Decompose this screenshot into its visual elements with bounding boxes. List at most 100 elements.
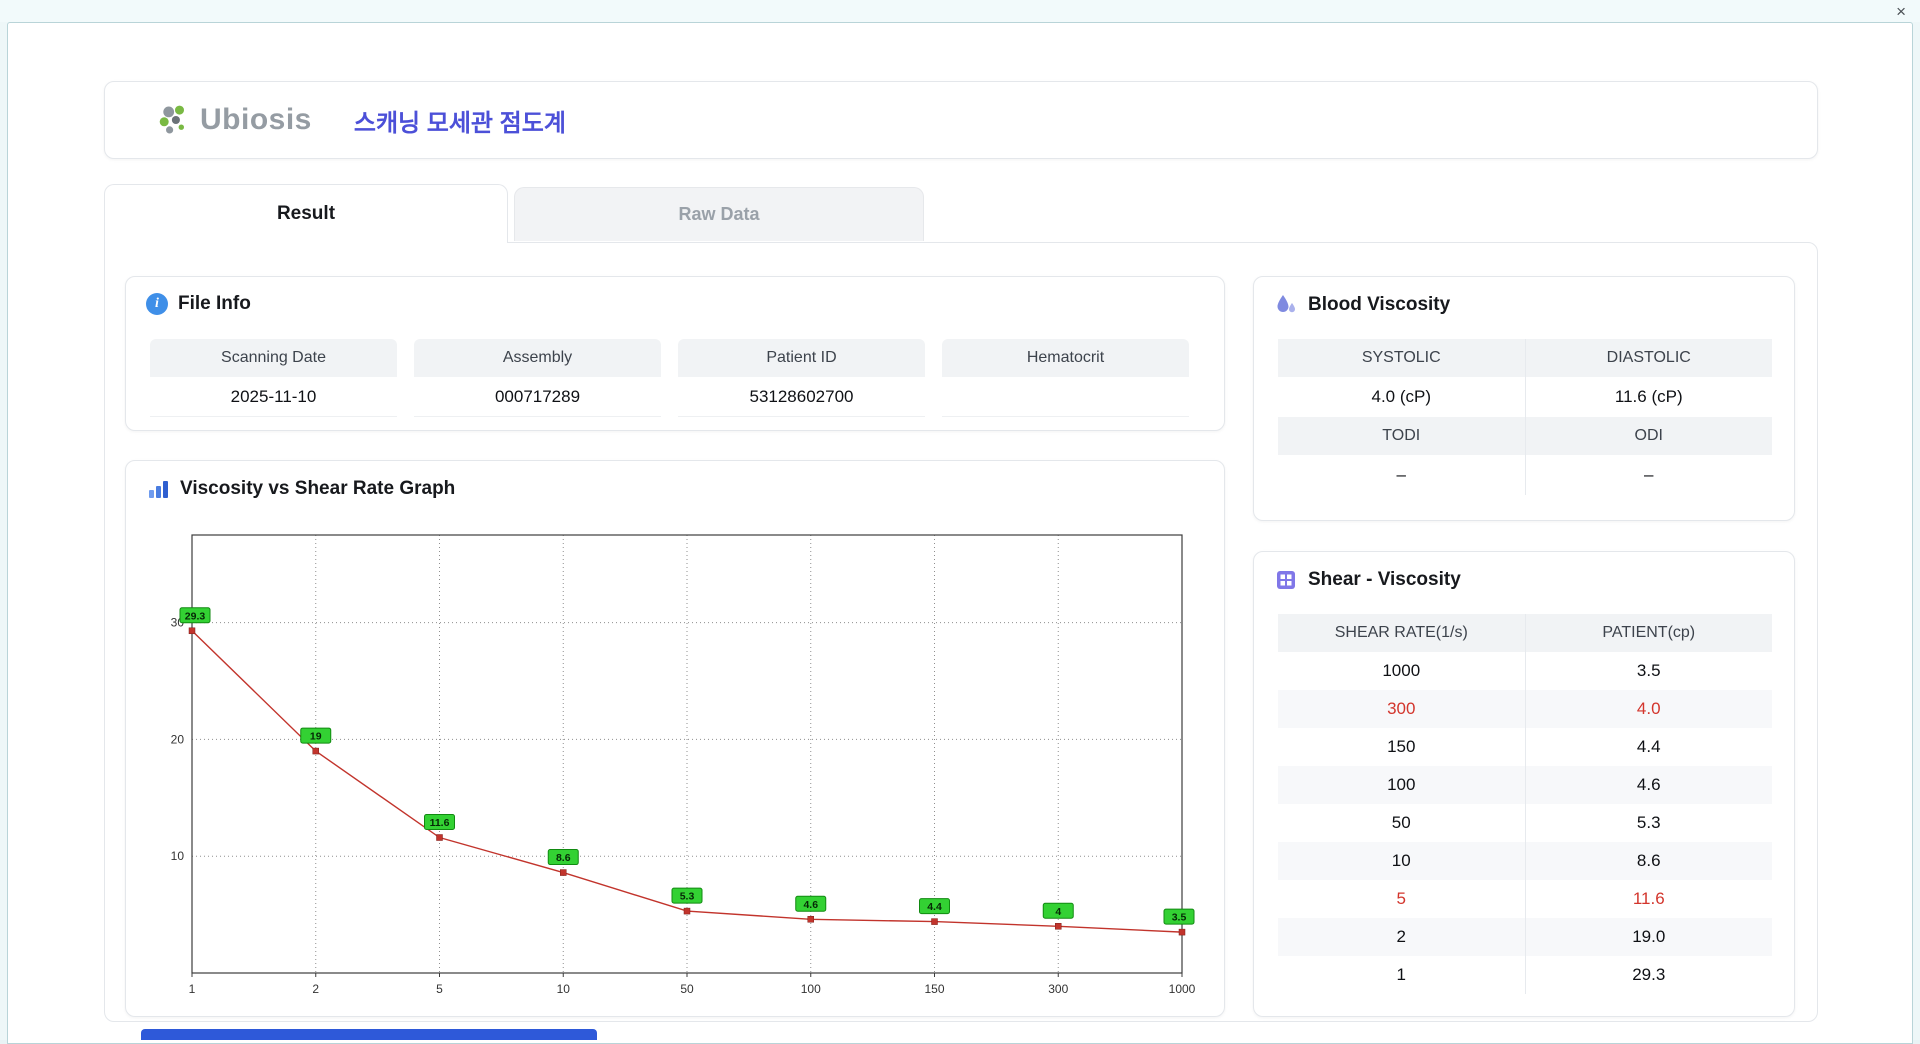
field-value: 53128602700 — [678, 377, 925, 417]
file-info-title: File Info — [178, 293, 251, 314]
shear-viscosity-card: Shear - Viscosity SHEAR RATE(1/s) PATIEN… — [1253, 551, 1795, 1017]
blood-viscosity-card: Blood Viscosity SYSTOLIC DIASTOLIC 4.0 (… — [1253, 276, 1795, 521]
table-row: 1 29.3 — [1278, 956, 1772, 994]
svg-text:4.6: 4.6 — [803, 899, 818, 911]
svg-text:10: 10 — [557, 982, 571, 996]
svg-text:2: 2 — [312, 982, 319, 996]
svg-text:300: 300 — [1048, 982, 1068, 996]
shear-rate-cell: 1 — [1396, 965, 1406, 984]
svg-text:29.3: 29.3 — [185, 610, 206, 622]
file-info-fields: Scanning Date 2025-11-10 Assembly 000717… — [150, 339, 1189, 417]
systolic-label: SYSTOLIC — [1278, 339, 1525, 377]
todi-label: TODI — [1278, 417, 1525, 455]
table-row: 4.0 (cP) 11.6 (cP) — [1278, 377, 1772, 417]
field-patient-id: Patient ID 53128602700 — [678, 339, 925, 417]
field-value — [942, 377, 1189, 417]
column-shear-rate: SHEAR RATE(1/s) — [1278, 614, 1525, 652]
shear-viscosity-table: SHEAR RATE(1/s) PATIENT(cp) 1000 3.5 300… — [1278, 614, 1772, 994]
svg-text:19: 19 — [310, 731, 322, 743]
logo-pinwheel-icon — [159, 105, 184, 134]
shear-rate-cell: 2 — [1396, 927, 1406, 946]
systolic-value: 4.0 (cP) — [1371, 387, 1432, 406]
blood-viscosity-table: SYSTOLIC DIASTOLIC 4.0 (cP) 11.6 (cP) TO… — [1278, 339, 1772, 495]
field-value: 000717289 — [414, 377, 661, 417]
graph-title: Viscosity vs Shear Rate Graph — [180, 478, 456, 499]
svg-text:10: 10 — [171, 849, 185, 863]
table-row: 10 8.6 — [1278, 842, 1772, 880]
field-label: Assembly — [414, 339, 661, 377]
table-row: SYSTOLIC DIASTOLIC — [1278, 339, 1772, 377]
shear-rate-cell: 300 — [1387, 699, 1416, 718]
table-row: 1000 3.5 — [1278, 652, 1772, 690]
viscosity-chart: 1020301 2 5 10 50 100 150 300 100029.31911.68.65… — [171, 534, 1196, 996]
shear-rate-cell: 100 — [1387, 775, 1416, 794]
svg-text:4.4: 4.4 — [927, 901, 942, 913]
patient-cell: 19.0 — [1524, 918, 1772, 956]
field-value: 2025-11-10 — [150, 377, 397, 417]
app-window: × Ubiosis 스캐닝 모세관 점도계 Result Raw Data i … — [0, 0, 1920, 1044]
diastolic-value: 11.6 (cP) — [1524, 377, 1772, 417]
patient-cell: 11.6 — [1524, 880, 1772, 918]
patient-cell: 4.4 — [1524, 728, 1772, 766]
shear-rate-cell: 150 — [1387, 737, 1416, 756]
patient-cell: 8.6 — [1524, 842, 1772, 880]
svg-text:8.6: 8.6 — [556, 852, 571, 864]
shear-rate-cell: 1000 — [1382, 661, 1421, 680]
table-row: – – — [1278, 455, 1772, 495]
svg-text:150: 150 — [924, 982, 944, 996]
svg-text:1: 1 — [189, 982, 196, 996]
field-assembly: Assembly 000717289 — [414, 339, 661, 417]
svg-text:20: 20 — [171, 732, 185, 746]
blood-viscosity-title: Blood Viscosity — [1308, 294, 1451, 315]
patient-cell: 5.3 — [1524, 804, 1772, 842]
svg-text:50: 50 — [680, 982, 694, 996]
column-patient: PATIENT(cp) — [1524, 614, 1772, 652]
svg-text:3.5: 3.5 — [1172, 912, 1187, 924]
table-header-row: SHEAR RATE(1/s) PATIENT(cp) — [1278, 614, 1772, 652]
bottom-partial-bar — [141, 1029, 597, 1040]
logo-text: Ubiosis — [200, 103, 312, 136]
info-icon: i — [146, 293, 168, 315]
close-icon[interactable]: × — [1896, 3, 1906, 20]
shear-rate-cell: 50 — [1391, 813, 1411, 832]
table-row: 50 5.3 — [1278, 804, 1772, 842]
window-titlebar: × — [0, 0, 1920, 22]
tab-result[interactable]: Result — [104, 184, 508, 243]
grid-table-icon — [1277, 571, 1295, 589]
svg-text:11.6: 11.6 — [430, 817, 450, 829]
tab-result-label: Result — [276, 203, 336, 224]
field-label: Hematocrit — [942, 339, 1189, 377]
page-title: 스캐닝 모세관 점도계 — [353, 109, 566, 137]
svg-text:4: 4 — [1055, 906, 1061, 918]
logo: Ubiosis — [157, 102, 312, 138]
todi-value: – — [1396, 465, 1406, 484]
shear-rate-cell: 5 — [1396, 889, 1406, 908]
odi-label: ODI — [1524, 417, 1772, 455]
patient-cell: 3.5 — [1524, 652, 1772, 690]
field-scanning-date: Scanning Date 2025-11-10 — [150, 339, 397, 417]
svg-text:1000: 1000 — [1169, 982, 1196, 996]
field-hematocrit: Hematocrit — [942, 339, 1189, 417]
table-row: 2 19.0 — [1278, 918, 1772, 956]
patient-cell: 4.6 — [1524, 766, 1772, 804]
viscosity-graph-card: Viscosity vs Shear Rate Graph 10 20 30 1 2 5 1… — [125, 460, 1225, 1017]
table-row: 5 11.6 — [1278, 880, 1772, 918]
shear-rate-cell: 10 — [1391, 851, 1411, 870]
diastolic-label: DIASTOLIC — [1524, 339, 1772, 377]
odi-value: – — [1524, 455, 1772, 495]
table-row: TODI ODI — [1278, 417, 1772, 455]
shear-viscosity-title: Shear - Viscosity — [1308, 569, 1461, 590]
svg-text:5.3: 5.3 — [680, 891, 695, 903]
patient-cell: 29.3 — [1524, 956, 1772, 994]
svg-text:100: 100 — [801, 982, 821, 996]
tab-raw-data[interactable]: Raw Data — [514, 187, 924, 241]
table-row: 100 4.6 — [1278, 766, 1772, 804]
header-card: Ubiosis 스캐닝 모세관 점도계 — [104, 81, 1818, 159]
svg-text:5: 5 — [436, 982, 443, 996]
file-info-card: i File Info Scanning Date 2025-11-10 Ass… — [125, 276, 1225, 431]
bar-chart-icon — [149, 481, 168, 498]
tab-raw-data-label: Raw Data — [678, 204, 760, 224]
droplets-icon — [1277, 295, 1295, 313]
patient-cell: 4.0 — [1524, 690, 1772, 728]
field-label: Scanning Date — [150, 339, 397, 377]
